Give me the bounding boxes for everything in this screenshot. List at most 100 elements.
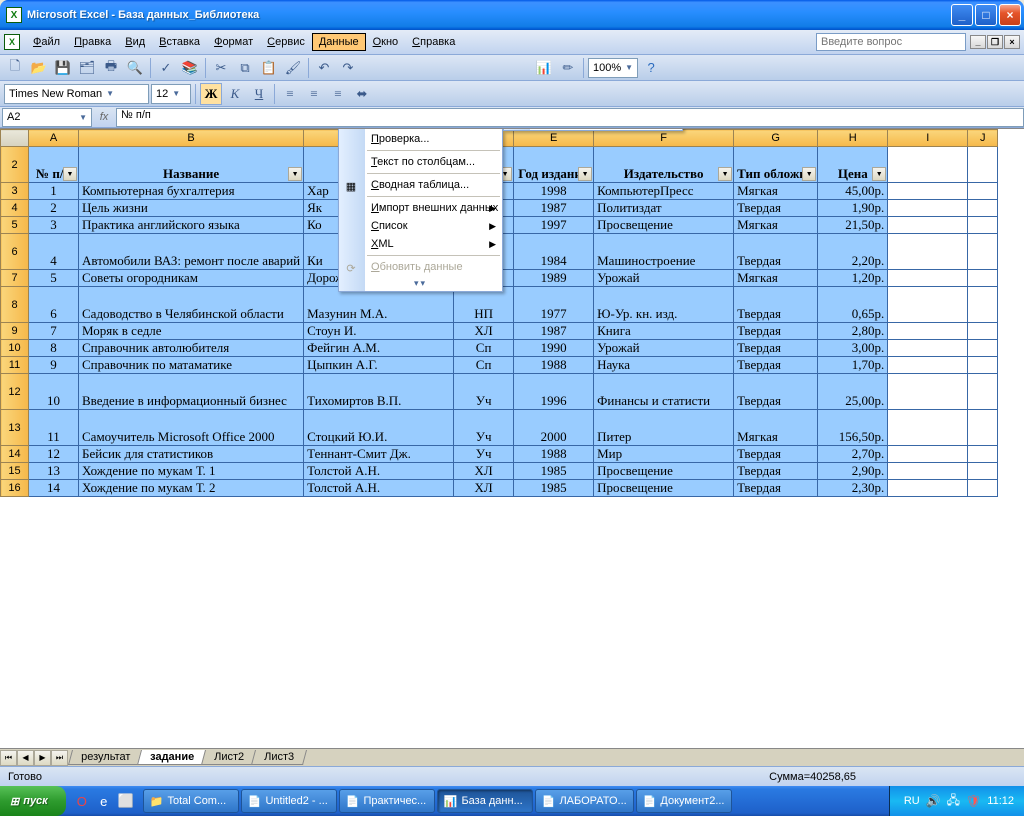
- cell[interactable]: Питер: [594, 410, 734, 446]
- menu-файл[interactable]: Файл: [26, 33, 67, 51]
- cell[interactable]: [968, 357, 998, 374]
- cell[interactable]: [968, 480, 998, 497]
- cell[interactable]: 11: [29, 410, 79, 446]
- cell[interactable]: Мягкая: [734, 270, 818, 287]
- cell[interactable]: Справочник по матаматике: [79, 357, 304, 374]
- cell[interactable]: [968, 446, 998, 463]
- merge-icon[interactable]: ⬌: [351, 83, 373, 105]
- cell[interactable]: 1: [29, 183, 79, 200]
- row-header[interactable]: 3: [1, 183, 29, 200]
- sheet-tab[interactable]: задание: [137, 750, 207, 765]
- row-header[interactable]: 14: [1, 446, 29, 463]
- cell[interactable]: Книга: [594, 323, 734, 340]
- cell[interactable]: 7: [29, 323, 79, 340]
- menu-item[interactable]: XML▶: [339, 235, 502, 253]
- cell[interactable]: 1989: [514, 270, 594, 287]
- cell[interactable]: 13: [29, 463, 79, 480]
- cell[interactable]: [888, 410, 968, 446]
- col-header-E[interactable]: E: [514, 130, 594, 147]
- cell[interactable]: 0,65р.: [818, 287, 888, 323]
- menu-справка[interactable]: Справка: [405, 33, 462, 51]
- row-header[interactable]: 8: [1, 287, 29, 323]
- cell[interactable]: 1996: [514, 374, 594, 410]
- italic-button[interactable]: К: [224, 83, 246, 105]
- cell[interactable]: Моряк в седле: [79, 323, 304, 340]
- col-header-H[interactable]: H: [818, 130, 888, 147]
- taskbar-task[interactable]: 📄Документ2...: [636, 789, 732, 813]
- cell[interactable]: 21,50р.: [818, 217, 888, 234]
- filter-arrow-icon[interactable]: ▼: [288, 167, 302, 181]
- permission-icon[interactable]: 🗂: [76, 57, 98, 79]
- doc-restore-button[interactable]: ❐: [987, 35, 1003, 49]
- excel-doc-icon[interactable]: X: [4, 34, 20, 50]
- worksheet-grid[interactable]: ABCDEFGHIJ2№ п/п▼Название▼▼▼Год издания▼…: [0, 128, 1024, 748]
- cell[interactable]: 2,90р.: [818, 463, 888, 480]
- cell[interactable]: Уч: [454, 410, 514, 446]
- tab-nav-prev-icon[interactable]: ◀: [17, 750, 34, 766]
- cell[interactable]: 1997: [514, 217, 594, 234]
- chart-icon[interactable]: 📊: [533, 57, 555, 79]
- cell[interactable]: [968, 217, 998, 234]
- cell[interactable]: Твердая: [734, 357, 818, 374]
- menu-item[interactable]: Импорт внешних данных▶: [339, 199, 502, 217]
- tab-nav-next-icon[interactable]: ▶: [34, 750, 51, 766]
- cell[interactable]: Сп: [454, 357, 514, 374]
- tray-clock[interactable]: 11:12: [987, 795, 1014, 807]
- cell[interactable]: 5: [29, 270, 79, 287]
- cell[interactable]: 6: [29, 287, 79, 323]
- print-icon[interactable]: 🖶: [100, 57, 122, 79]
- redo-icon[interactable]: ↷: [337, 57, 359, 79]
- doc-minimize-button[interactable]: _: [970, 35, 986, 49]
- col-header-F[interactable]: F: [594, 130, 734, 147]
- cell[interactable]: 2: [29, 200, 79, 217]
- cell[interactable]: [968, 270, 998, 287]
- cell[interactable]: [888, 287, 968, 323]
- undo-icon[interactable]: ↶: [313, 57, 335, 79]
- cell[interactable]: Стоцкий Ю.И.: [304, 410, 454, 446]
- cell[interactable]: Твердая: [734, 374, 818, 410]
- cell[interactable]: Уч: [454, 446, 514, 463]
- bold-button[interactable]: Ж: [200, 83, 222, 105]
- cell[interactable]: 1988: [514, 357, 594, 374]
- cell[interactable]: ХЛ: [454, 463, 514, 480]
- format-painter-icon[interactable]: 🖌: [282, 57, 304, 79]
- cell[interactable]: Урожай: [594, 270, 734, 287]
- menu-правка[interactable]: Правка: [67, 33, 118, 51]
- cell[interactable]: Тихомиртов В.П.: [304, 374, 454, 410]
- align-center-icon[interactable]: ≡: [303, 83, 325, 105]
- cell[interactable]: 1,20р.: [818, 270, 888, 287]
- cell[interactable]: [968, 200, 998, 217]
- cell[interactable]: Наука: [594, 357, 734, 374]
- row-header[interactable]: 4: [1, 200, 29, 217]
- col-header-G[interactable]: G: [734, 130, 818, 147]
- cell[interactable]: 2,70р.: [818, 446, 888, 463]
- cell[interactable]: Компьютерная бухгалтерия: [79, 183, 304, 200]
- cell[interactable]: [888, 200, 968, 217]
- cell[interactable]: Введение в информационный бизнес: [79, 374, 304, 410]
- menu-item[interactable]: Текст по столбцам...: [339, 153, 502, 171]
- ql-opera-icon[interactable]: O: [72, 790, 92, 812]
- cell[interactable]: 2,30р.: [818, 480, 888, 497]
- filter-arrow-icon[interactable]: ▼: [718, 167, 732, 181]
- col-header-B[interactable]: B: [79, 130, 304, 147]
- cell[interactable]: Твердая: [734, 463, 818, 480]
- filter-arrow-icon[interactable]: ▼: [63, 167, 77, 181]
- cell[interactable]: Фейгин А.М.: [304, 340, 454, 357]
- taskbar-task[interactable]: 📄ЛАБОРАТО...: [535, 789, 634, 813]
- close-button[interactable]: ×: [999, 4, 1021, 26]
- cell[interactable]: 1984: [514, 234, 594, 270]
- row-header[interactable]: 10: [1, 340, 29, 357]
- taskbar-task[interactable]: 📁Total Com...: [143, 789, 239, 813]
- row-header[interactable]: 13: [1, 410, 29, 446]
- cell[interactable]: [888, 234, 968, 270]
- cell[interactable]: Твердая: [734, 340, 818, 357]
- cell[interactable]: [888, 463, 968, 480]
- sheet-tab[interactable]: результат: [68, 750, 143, 765]
- row-header[interactable]: 7: [1, 270, 29, 287]
- cell[interactable]: 1985: [514, 480, 594, 497]
- header-cell[interactable]: Цена▼: [818, 147, 888, 183]
- col-header-J[interactable]: J: [968, 130, 998, 147]
- cell[interactable]: 12: [29, 446, 79, 463]
- new-icon[interactable]: 🗋: [4, 57, 26, 79]
- cell[interactable]: 156,50р.: [818, 410, 888, 446]
